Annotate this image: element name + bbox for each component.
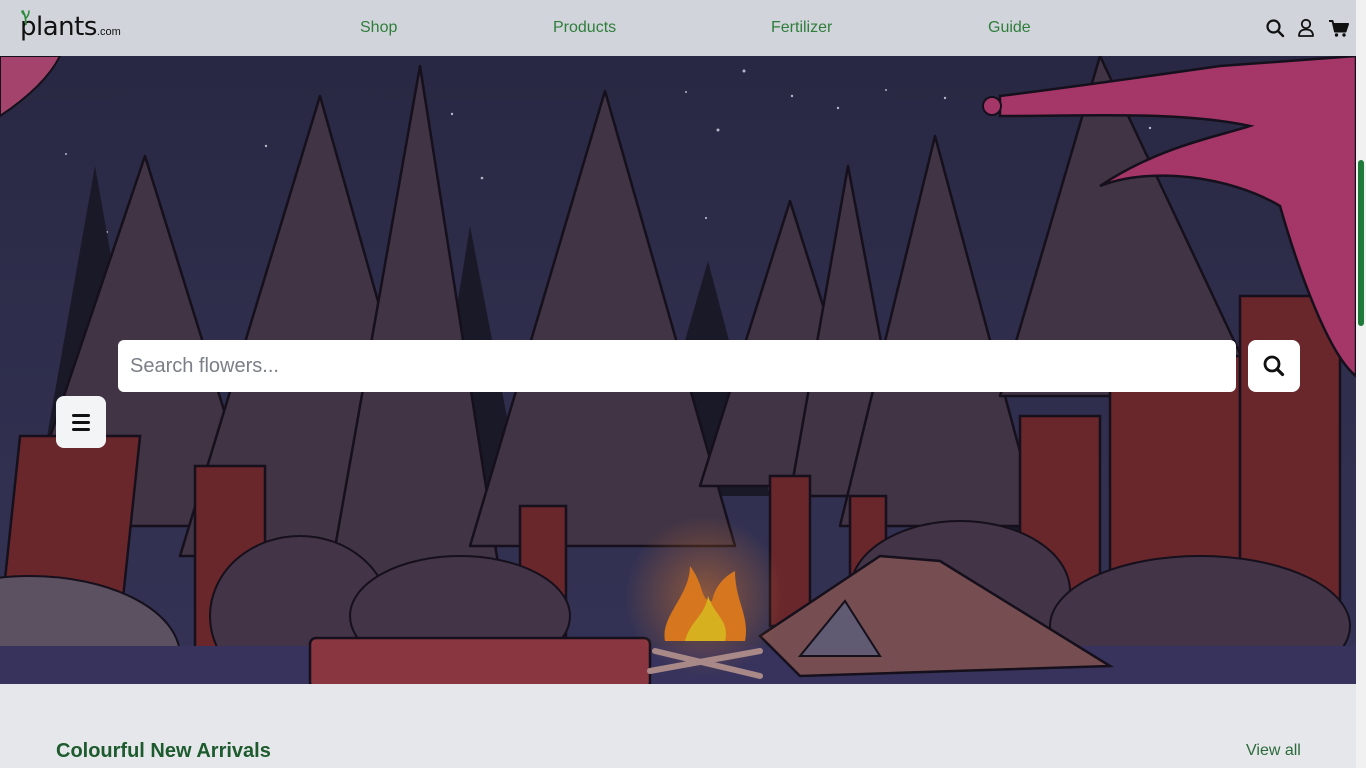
hamburger-menu-icon-bar-top [72,414,90,417]
page-scrollbar[interactable] [1356,0,1366,768]
page: plants.com Shop Products Fertilizer Guid… [0,0,1356,768]
brand-name: plants [20,12,97,42]
cart-icon[interactable] [1328,17,1350,39]
nav-link-fertilizer[interactable]: Fertilizer [771,17,832,39]
brand-domain: .com [96,26,121,38]
nav-link-shop[interactable]: Shop [360,17,397,39]
scrollbar-thumb[interactable] [1358,160,1364,326]
view-all-link[interactable]: View all [1246,740,1301,762]
search-icon[interactable] [1265,17,1285,39]
nav-link-guide[interactable]: Guide [988,17,1031,39]
leaf-icon [21,10,30,25]
search-button[interactable] [1248,340,1300,392]
nav-link-products[interactable]: Products [553,17,616,39]
menu-button[interactable] [56,396,106,448]
user-icon[interactable] [1296,17,1316,39]
search-input[interactable] [118,340,1236,392]
brand-logo[interactable]: plants.com [20,10,121,44]
section-title: Colourful New Arrivals [56,740,271,762]
search-icon [1263,355,1285,377]
site-header: plants.com Shop Products Fertilizer Guid… [0,0,1356,56]
hamburger-menu-icon-bar-bottom [72,428,90,431]
hamburger-menu-icon-bar-middle [72,421,90,424]
